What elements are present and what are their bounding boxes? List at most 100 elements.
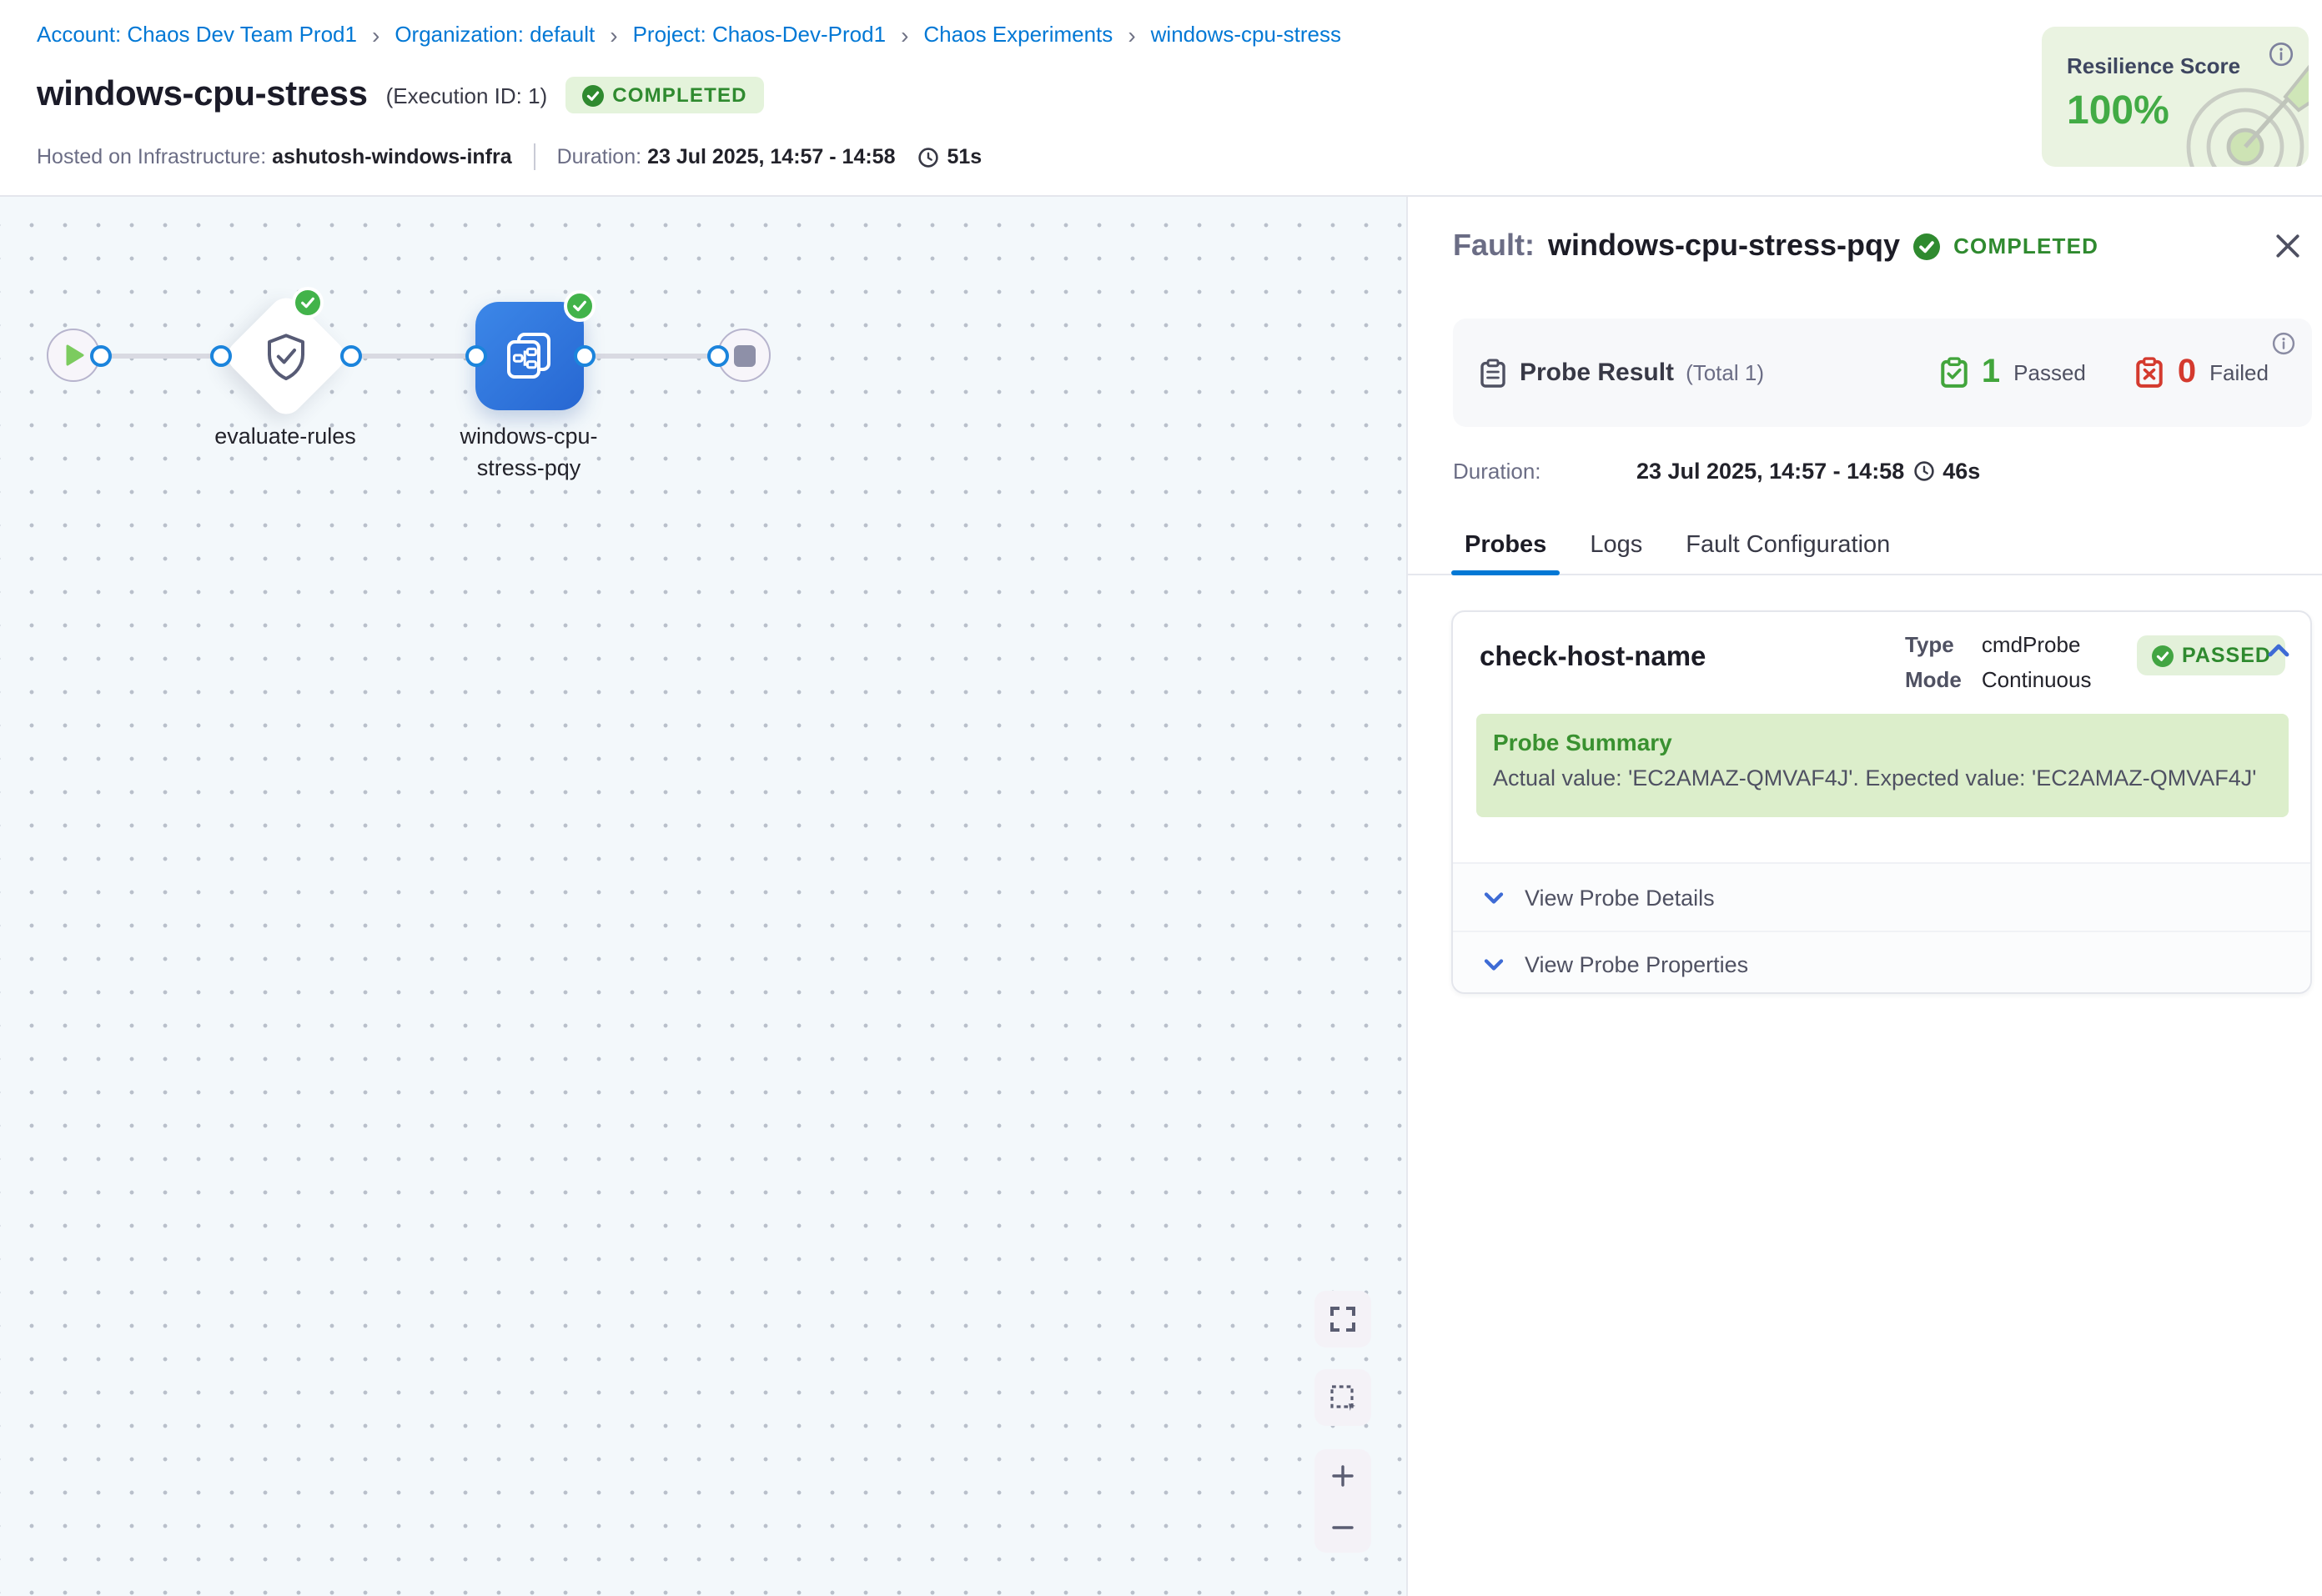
evaluate-rules-label: evaluate-rules bbox=[168, 420, 402, 452]
probe-type-value: cmdProbe bbox=[1982, 632, 2092, 657]
tab-probes[interactable]: Probes bbox=[1451, 517, 1560, 574]
meta-row: Hosted on Infrastructure: ashutosh-windo… bbox=[37, 143, 982, 170]
breadcrumb-link-organization[interactable]: Organization: default bbox=[395, 22, 595, 47]
probe-result-title: Probe Result bbox=[1520, 359, 1674, 387]
title-row: windows-cpu-stress (Execution ID: 1) COM… bbox=[37, 70, 764, 120]
port bbox=[573, 344, 595, 366]
fault-name: windows-cpu-stress-pqy bbox=[1548, 228, 1900, 263]
info-icon[interactable] bbox=[2272, 332, 2295, 364]
panel-elapsed-value: 46s bbox=[1943, 459, 1980, 484]
elapsed-value: 51s bbox=[947, 145, 983, 168]
clipboard-x-icon bbox=[2136, 357, 2164, 389]
infra-label: Hosted on Infrastructure: bbox=[37, 145, 266, 168]
port bbox=[706, 344, 728, 366]
fault-node-success-badge bbox=[564, 290, 596, 322]
probe-result-total: (Total 1) bbox=[1686, 360, 1764, 385]
duration-label: Duration: bbox=[557, 145, 641, 168]
status-badge-label: COMPLETED bbox=[612, 83, 746, 107]
probe-name: check-host-name bbox=[1480, 642, 1706, 674]
experiment-icon bbox=[502, 329, 555, 382]
evaluate-rules-success-badge bbox=[292, 287, 324, 319]
probe-links-section: View Probe Details View Probe Properties bbox=[1453, 862, 2310, 992]
tab-logs[interactable]: Logs bbox=[1576, 517, 1656, 574]
fullscreen-button[interactable] bbox=[1314, 1291, 1371, 1348]
view-probe-properties-label: View Probe Properties bbox=[1525, 952, 1748, 977]
fault-label: Fault: bbox=[1453, 228, 1535, 263]
probe-summary-text: Actual value: 'EC2AMAZ-QMVAF4J'. Expecte… bbox=[1493, 765, 2272, 790]
selection-tool-button[interactable] bbox=[1314, 1369, 1371, 1426]
port bbox=[339, 344, 361, 366]
probe-meta: Type cmdProbe Mode Continuous bbox=[1905, 632, 2091, 692]
resilience-score-card: Resilience Score 100% bbox=[2042, 27, 2309, 167]
port bbox=[465, 344, 486, 366]
chevron-down-icon bbox=[1483, 890, 1505, 905]
chevron-down-icon bbox=[1483, 957, 1505, 972]
breadcrumb-link-current[interactable]: windows-cpu-stress bbox=[1151, 22, 1341, 47]
breadcrumb-link-account[interactable]: Account: Chaos Dev Team Prod1 bbox=[37, 22, 357, 47]
pipeline-canvas[interactable]: evaluate-rules windows-cpu- stress-pqy bbox=[0, 197, 1406, 1596]
play-icon bbox=[65, 344, 85, 367]
check-circle-icon bbox=[582, 84, 604, 106]
fault-status: COMPLETED bbox=[1953, 233, 2098, 258]
clipboard-check-icon bbox=[1940, 357, 1968, 389]
port bbox=[89, 344, 111, 366]
probe-summary-box: Probe Summary Actual value: 'EC2AMAZ-QMV… bbox=[1476, 714, 2289, 817]
probe-status-badge: PASSED bbox=[2137, 635, 2286, 675]
breadcrumb-separator: › bbox=[1128, 23, 1135, 46]
breadcrumb-separator: › bbox=[901, 23, 908, 46]
fault-node-label-line1: windows-cpu- bbox=[412, 420, 646, 452]
failed-label: Failed bbox=[2209, 360, 2269, 385]
infra-value: ashutosh-windows-infra bbox=[272, 145, 512, 168]
close-icon[interactable] bbox=[2274, 232, 2302, 260]
app-root: Account: Chaos Dev Team Prod1 › Organiza… bbox=[0, 0, 2322, 1596]
shield-check-icon bbox=[264, 330, 307, 380]
zoom-out-button[interactable] bbox=[1314, 1501, 1371, 1553]
fault-node-label: windows-cpu- stress-pqy bbox=[412, 420, 646, 484]
fault-node-label-line2: stress-pqy bbox=[412, 452, 646, 484]
probe-type-label: Type bbox=[1905, 632, 1962, 657]
clipboard-icon bbox=[1480, 358, 1506, 388]
breadcrumb-link-chaos-experiments[interactable]: Chaos Experiments bbox=[923, 22, 1113, 47]
view-probe-properties-link[interactable]: View Probe Properties bbox=[1453, 931, 2310, 997]
check-circle-icon bbox=[1913, 233, 1940, 259]
status-badge: COMPLETED bbox=[565, 77, 763, 113]
duration-value: 23 Jul 2025, 14:57 - 14:58 bbox=[647, 145, 895, 168]
tab-fault-configuration[interactable]: Fault Configuration bbox=[1672, 517, 1903, 574]
probe-status-label: PASSED bbox=[2182, 644, 2271, 667]
edge-start-to-evaluate bbox=[100, 353, 220, 358]
probe-result-stats: 1 Passed 0 Failed bbox=[1940, 354, 2269, 392]
probe-mode-value: Continuous bbox=[1982, 667, 2092, 692]
clock-icon bbox=[917, 146, 939, 168]
evaluate-rules-node[interactable] bbox=[220, 290, 350, 420]
view-probe-details-link[interactable]: View Probe Details bbox=[1453, 864, 2310, 931]
meta-divider bbox=[534, 143, 535, 170]
passed-label: Passed bbox=[2013, 360, 2086, 385]
panel-tabs: Probes Logs Fault Configuration bbox=[1408, 517, 2322, 575]
info-icon[interactable] bbox=[2269, 42, 2294, 75]
breadcrumb-separator: › bbox=[372, 23, 379, 46]
edge-fault-to-end bbox=[584, 353, 717, 358]
port bbox=[209, 344, 231, 366]
resilience-score-value: 100% bbox=[2067, 88, 2169, 135]
fault-detail-panel: Fault: windows-cpu-stress-pqy COMPLETED … bbox=[1406, 197, 2322, 1596]
view-probe-details-label: View Probe Details bbox=[1525, 885, 1715, 910]
probe-summary-title: Probe Summary bbox=[1493, 729, 2272, 755]
windows-cpu-stress-node[interactable] bbox=[475, 301, 583, 409]
passed-count: 1 bbox=[1982, 354, 2000, 392]
panel-duration-value: 23 Jul 2025, 14:57 - 14:58 bbox=[1636, 459, 1904, 484]
chevron-up-icon[interactable] bbox=[2267, 642, 2290, 659]
execution-id: (Execution ID: 1) bbox=[386, 83, 548, 108]
breadcrumb-link-project[interactable]: Project: Chaos-Dev-Prod1 bbox=[633, 22, 886, 47]
failed-count: 0 bbox=[2178, 354, 2196, 392]
zoom-in-button[interactable] bbox=[1314, 1449, 1371, 1501]
page-title: windows-cpu-stress bbox=[37, 75, 368, 115]
probe-mode-label: Mode bbox=[1905, 667, 1962, 692]
check-circle-icon bbox=[2152, 645, 2174, 666]
fault-header: Fault: windows-cpu-stress-pqy COMPLETED bbox=[1453, 228, 2302, 263]
panel-duration-row: Duration: 23 Jul 2025, 14:57 - 14:58 46s bbox=[1453, 459, 1980, 484]
clock-icon bbox=[1912, 460, 1934, 482]
edge-evaluate-to-fault bbox=[350, 353, 475, 358]
resilience-score-label: Resilience Score bbox=[2067, 53, 2240, 78]
stop-icon bbox=[733, 344, 755, 366]
zoom-controls bbox=[1314, 1449, 1371, 1553]
